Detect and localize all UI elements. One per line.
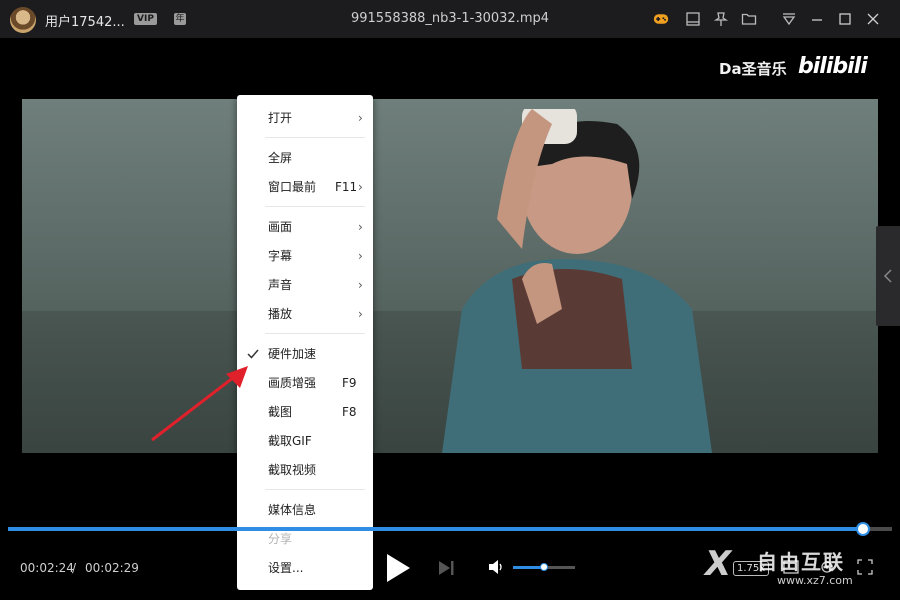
total-time: 00:02:29 bbox=[85, 561, 139, 575]
game-icon[interactable] bbox=[652, 10, 670, 28]
menu-item-screenshot[interactable]: 截图 F8 bbox=[237, 401, 373, 423]
menu-item-fullscreen[interactable]: 全屏 bbox=[237, 147, 373, 169]
menu-item-media-info[interactable]: 媒体信息 bbox=[237, 499, 373, 521]
chevron-right-icon: › bbox=[358, 220, 363, 234]
progress-handle[interactable] bbox=[855, 522, 870, 536]
video-subject-image bbox=[442, 109, 712, 453]
channel-watermark: Da圣音乐 bbox=[719, 60, 787, 78]
chevron-left-icon bbox=[883, 269, 892, 283]
shortcut-label: F9 bbox=[342, 376, 357, 390]
avatar[interactable] bbox=[10, 7, 36, 33]
current-time: 00:02:24 bbox=[20, 561, 74, 575]
volume-handle[interactable] bbox=[540, 563, 548, 571]
folder-icon[interactable] bbox=[740, 10, 758, 28]
minimize-icon[interactable] bbox=[808, 10, 826, 28]
menu-item-hardware-acceleration[interactable]: 硬件加速 bbox=[237, 343, 373, 365]
vip-badge[interactable]: VIP bbox=[134, 13, 157, 25]
watermark-name: 自由互联 bbox=[757, 550, 845, 574]
volume-icon[interactable] bbox=[487, 558, 505, 576]
window-icon[interactable] bbox=[684, 10, 702, 28]
menu-separator bbox=[265, 137, 365, 138]
chevron-right-icon: › bbox=[358, 278, 363, 292]
menu-separator bbox=[265, 206, 365, 207]
menu-item-capture-video[interactable]: 截取视频 bbox=[237, 459, 373, 481]
menu-item-always-on-top[interactable]: 窗口最前 F11 › bbox=[237, 176, 373, 198]
menu-item-subtitles[interactable]: 字幕 › bbox=[237, 245, 373, 267]
site-watermark: X 自由互联 www.xz7.com bbox=[705, 544, 895, 594]
time-separator: / bbox=[72, 561, 77, 575]
volume-slider[interactable] bbox=[513, 563, 575, 571]
title-bar: 用户17542... VIP 年 991558388_nb3-1-30032.m… bbox=[0, 0, 900, 38]
watermark-logo-icon: X bbox=[705, 544, 732, 584]
checkmark-icon bbox=[247, 349, 259, 359]
shortcut-label: F8 bbox=[342, 405, 357, 419]
dropdown-menu-icon[interactable] bbox=[780, 10, 798, 28]
watermark-url: www.xz7.com bbox=[777, 574, 853, 587]
chevron-right-icon: › bbox=[358, 180, 363, 194]
menu-item-audio[interactable]: 声音 › bbox=[237, 274, 373, 296]
maximize-icon[interactable] bbox=[836, 10, 854, 28]
chevron-right-icon: › bbox=[358, 307, 363, 321]
annotation-arrow bbox=[151, 366, 248, 442]
menu-separator bbox=[265, 333, 365, 334]
progress-fill bbox=[8, 527, 863, 531]
side-panel-toggle[interactable] bbox=[876, 226, 900, 326]
level-badge: 年 bbox=[174, 13, 186, 25]
play-icon[interactable] bbox=[384, 552, 412, 584]
menu-item-settings[interactable]: 设置... bbox=[237, 557, 373, 579]
close-icon[interactable] bbox=[864, 10, 882, 28]
chevron-right-icon: › bbox=[358, 111, 363, 125]
next-track-icon[interactable] bbox=[436, 558, 456, 578]
menu-item-capture-gif[interactable]: 截取GIF bbox=[237, 430, 373, 452]
menu-separator bbox=[265, 489, 365, 490]
chevron-right-icon: › bbox=[358, 249, 363, 263]
shortcut-label: F11 bbox=[335, 180, 358, 194]
menu-item-playback[interactable]: 播放 › bbox=[237, 303, 373, 325]
pin-icon[interactable] bbox=[712, 10, 730, 28]
context-menu: 打开 › 全屏 窗口最前 F11 › 画面 › 字幕 › 声音 › 播放 › 硬… bbox=[237, 95, 373, 590]
menu-item-open[interactable]: 打开 › bbox=[237, 107, 373, 129]
menu-item-picture[interactable]: 画面 › bbox=[237, 216, 373, 238]
bilibili-logo: bilibili bbox=[798, 54, 868, 79]
menu-item-quality-enhance[interactable]: 画质增强 F9 bbox=[237, 372, 373, 394]
username[interactable]: 用户17542... bbox=[45, 11, 125, 30]
menu-item-share: 分享 bbox=[268, 532, 293, 546]
progress-bar[interactable] bbox=[8, 522, 892, 536]
